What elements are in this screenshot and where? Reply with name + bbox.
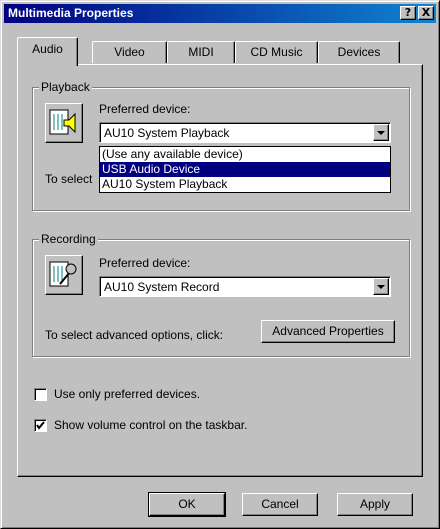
playback-group: Playback Preferred device: AU10 System P… — [32, 80, 410, 211]
help-button[interactable]: ? — [400, 6, 416, 20]
recording-selected-value: AU10 System Record — [104, 280, 220, 294]
playback-group-label: Playback — [39, 80, 92, 94]
list-item[interactable]: (Use any available device) — [100, 147, 390, 162]
audio-tab-panel: Playback Preferred device: AU10 System P… — [17, 64, 423, 477]
recording-advanced-prompt: To select advanced options, click: — [45, 328, 224, 342]
recording-group: Recording Preferred device: AU10 System … — [32, 232, 410, 357]
show-volume-checkbox[interactable] — [34, 419, 47, 432]
microphone-icon[interactable] — [45, 255, 83, 295]
recording-preferred-label: Preferred device: — [99, 256, 191, 270]
tab-devices[interactable]: Devices — [318, 41, 400, 63]
apply-button[interactable]: Apply — [337, 493, 413, 516]
playback-selected-value: AU10 System Playback — [104, 126, 230, 140]
playback-dropdown-arrow-icon[interactable] — [373, 124, 389, 141]
tab-midi[interactable]: MIDI — [167, 41, 235, 63]
tab-video[interactable]: Video — [92, 41, 167, 63]
cancel-button[interactable]: Cancel — [242, 493, 318, 516]
tab-audio[interactable]: Audio — [17, 37, 78, 66]
list-item[interactable]: AU10 System Playback — [100, 177, 390, 192]
checkmark-icon — [36, 421, 45, 430]
recording-group-label: Recording — [39, 232, 98, 246]
recording-device-select[interactable]: AU10 System Record — [99, 276, 391, 297]
show-volume-label[interactable]: Show volume control on the taskbar. — [54, 418, 247, 432]
playback-advanced-prompt: To select — [45, 172, 93, 186]
window-title: Multimedia Properties — [8, 6, 134, 20]
use-preferred-label[interactable]: Use only preferred devices. — [54, 387, 200, 401]
multimedia-properties-window: Multimedia Properties ? X Audio Video MI… — [0, 0, 440, 529]
speaker-icon[interactable] — [45, 103, 83, 143]
advanced-properties-button[interactable]: Advanced Properties — [261, 320, 395, 343]
ok-button[interactable]: OK — [148, 492, 226, 517]
playback-device-list[interactable]: (Use any available device) USB Audio Dev… — [99, 146, 391, 193]
use-preferred-checkbox[interactable] — [34, 388, 47, 401]
playback-device-select[interactable]: AU10 System Playback — [99, 122, 391, 143]
recording-dropdown-arrow-icon[interactable] — [373, 278, 389, 295]
playback-preferred-label: Preferred device: — [99, 102, 191, 116]
tab-cd-music[interactable]: CD Music — [235, 41, 318, 63]
list-item[interactable]: USB Audio Device — [100, 162, 390, 177]
close-button[interactable]: X — [418, 6, 434, 20]
title-bar[interactable]: Multimedia Properties ? X — [4, 4, 436, 23]
